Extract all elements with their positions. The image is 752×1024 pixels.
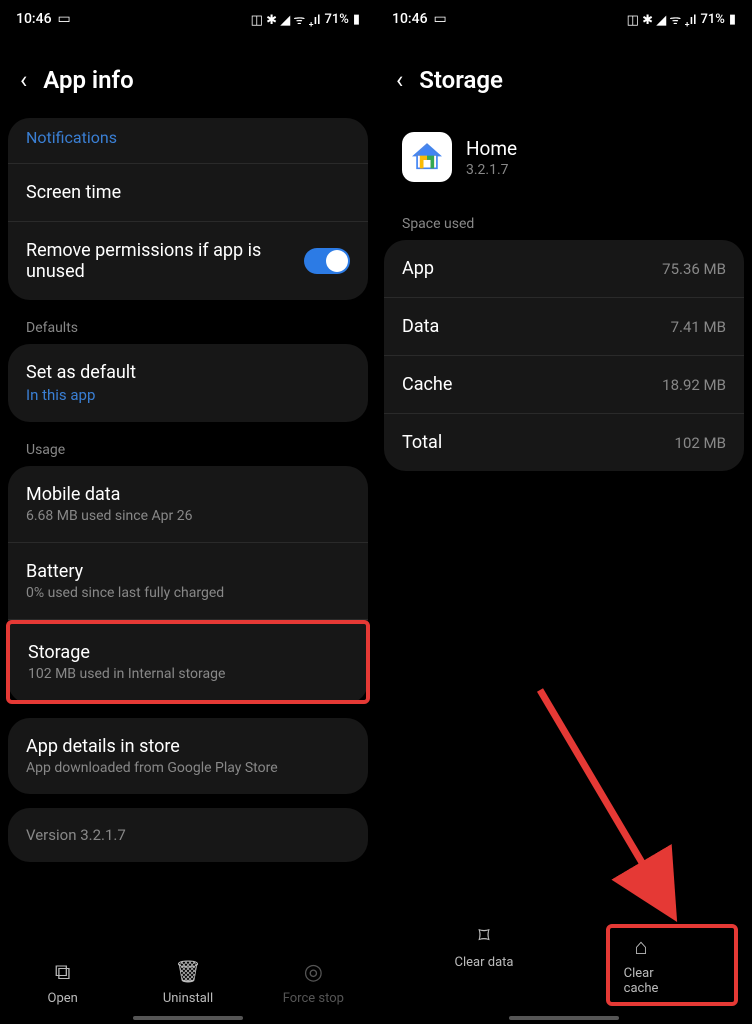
open-icon: ⧉ (55, 960, 71, 985)
status-icons: ◫ ✱ ◢ ᯤ ₊ıl 71% ▮ (251, 10, 360, 28)
status-time: 10:46 (392, 11, 428, 27)
app-name: Home (466, 137, 517, 160)
battery-text: 71% (700, 12, 724, 27)
mobile-data-row[interactable]: Mobile data 6.68 MB used since Apr 26 (8, 466, 368, 543)
set-default-row[interactable]: Set as default In this app (8, 344, 368, 422)
picture-icon: ▭ (434, 11, 447, 27)
battery-icon: ▮ (729, 12, 736, 27)
back-icon[interactable]: ‹ (20, 66, 27, 94)
toggle-switch[interactable] (304, 248, 350, 274)
nav-indicator (509, 1016, 619, 1020)
storage-row[interactable]: Storage 102 MB used in Internal storage (10, 624, 366, 700)
notifications-row[interactable]: Notifications (8, 118, 368, 163)
usage-label: Usage (8, 436, 368, 466)
screen-time-row[interactable]: Screen time (8, 163, 368, 222)
force-stop-button: ◎ Force stop (251, 960, 375, 1006)
status-icons: ◫ ✱ ◢ ᯤ ₊ıl 71% ▮ (627, 10, 736, 28)
nav-indicator (133, 1016, 243, 1020)
storage-cache-row: Cache 18.92 MB (384, 356, 744, 414)
app-header: Home 3.2.1.7 (384, 118, 744, 210)
trash-icon: 🗑 (174, 960, 202, 985)
battery-row[interactable]: Battery 0% used since last fully charged (8, 543, 368, 620)
status-bar: 10:46 ▭ ◫ ✱ ◢ ᯤ ₊ıl 71% ▮ (0, 0, 376, 34)
remove-permissions-row[interactable]: Remove permissions if app is unused (8, 222, 368, 300)
battery-icon: ▮ (353, 12, 360, 27)
status-bar: 10:46 ▭ ◫ ✱ ◢ ᯤ ₊ıl 71% ▮ (376, 0, 752, 34)
uninstall-button[interactable]: 🗑 Uninstall (126, 960, 250, 1006)
clear-cache-icon: ⌂ (634, 934, 647, 960)
storage-total-row: Total 102 MB (384, 414, 744, 471)
space-used-label: Space used (384, 210, 744, 240)
app-version: 3.2.1.7 (466, 162, 517, 178)
open-button[interactable]: ⧉ Open (1, 960, 125, 1006)
storage-app-row: App 75.36 MB (384, 240, 744, 298)
storage-data-row: Data 7.41 MB (384, 298, 744, 356)
back-icon[interactable]: ‹ (396, 66, 403, 94)
version-row: Version 3.2.1.7 (8, 808, 368, 862)
battery-text: 71% (324, 12, 348, 27)
clear-cache-button[interactable]: ⌂ Clear cache (610, 928, 672, 1002)
app-details-row[interactable]: App details in store App downloaded from… (8, 718, 368, 794)
page-title: App info (43, 66, 133, 94)
header: ‹ Storage (376, 34, 752, 118)
app-icon (402, 132, 452, 182)
bottom-nav: ⌑ Clear data ⌂ Clear cache (376, 910, 752, 1024)
clear-data-button[interactable]: ⌑ Clear data (390, 924, 578, 1006)
picture-icon: ▭ (58, 11, 71, 27)
phone-left: 10:46 ▭ ◫ ✱ ◢ ᯤ ₊ıl 71% ▮ ‹ App info Not… (0, 0, 376, 1024)
phone-right: 10:46 ▭ ◫ ✱ ◢ ᯤ ₊ıl 71% ▮ ‹ Storage Home… (376, 0, 752, 1024)
defaults-label: Defaults (8, 314, 368, 344)
stop-icon: ◎ (304, 960, 323, 985)
page-title: Storage (419, 66, 503, 94)
clear-data-icon: ⌑ (478, 924, 489, 949)
header: ‹ App info (0, 34, 376, 118)
bottom-nav: ⧉ Open 🗑 Uninstall ◎ Force stop (0, 944, 376, 1024)
status-time: 10:46 (16, 11, 52, 27)
